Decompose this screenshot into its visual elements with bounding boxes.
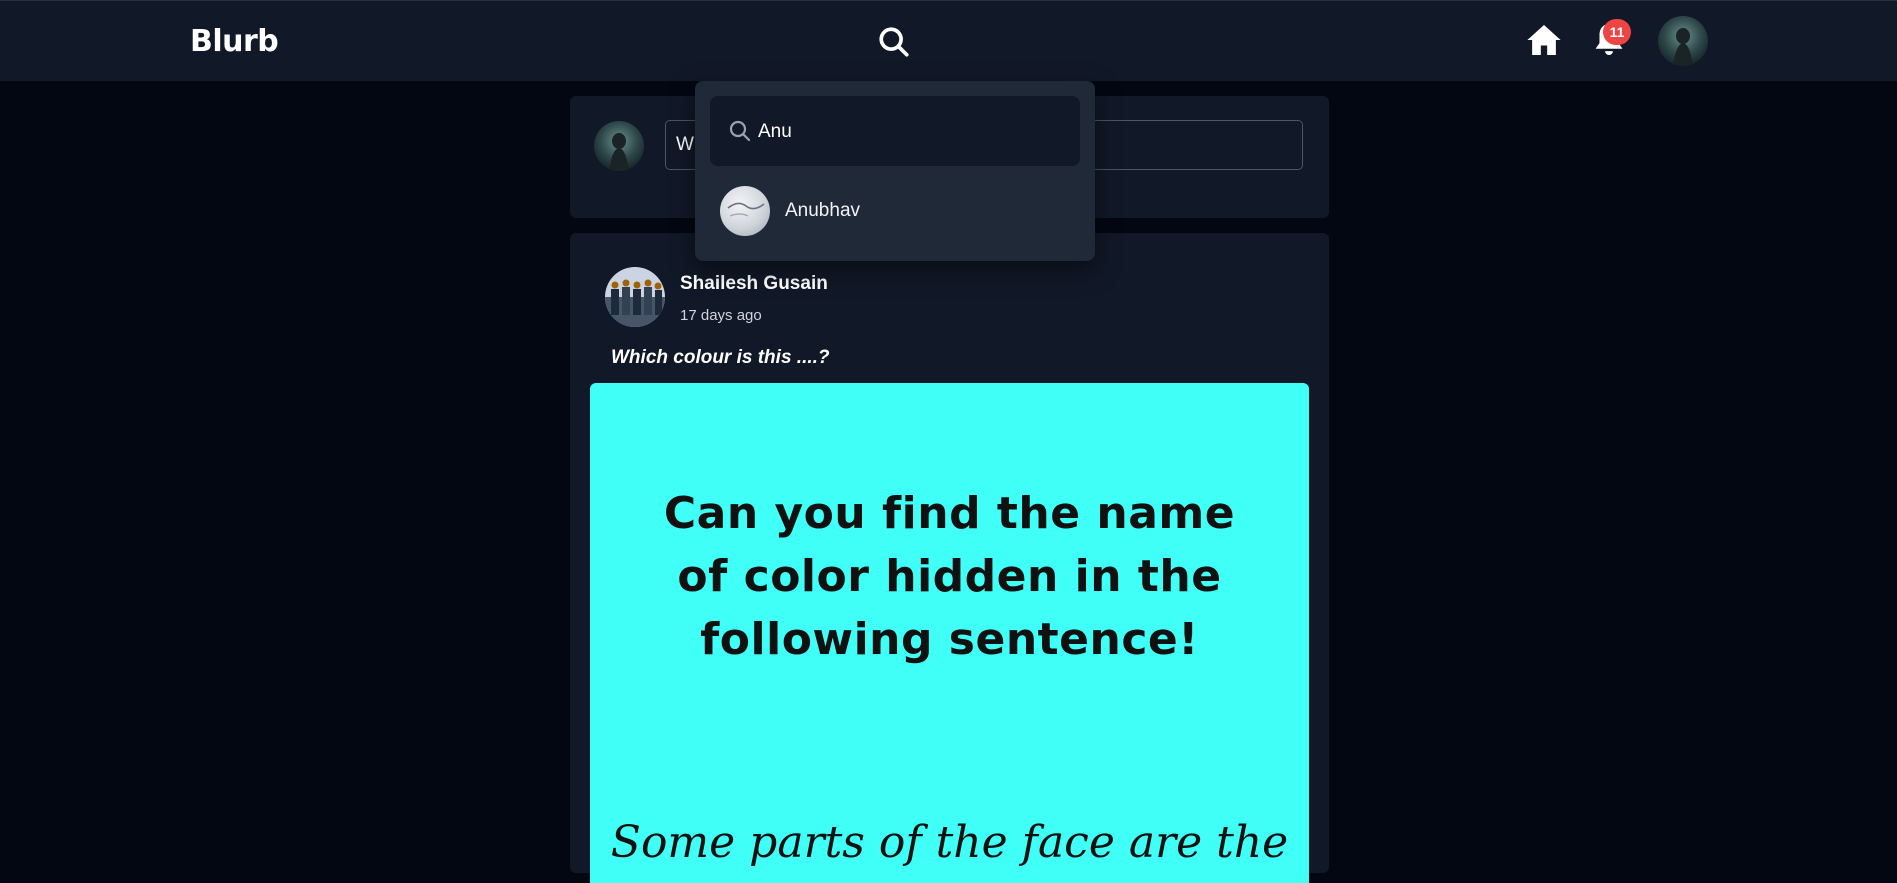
search-dropdown: Anubhav: [695, 81, 1095, 261]
avatar-image: [1658, 16, 1708, 66]
post-image[interactable]: Can you find the name of color hidden in…: [590, 383, 1309, 883]
image-text-line: Can you find the name: [663, 488, 1236, 539]
search-icon[interactable]: [877, 25, 911, 59]
image-text-line: following sentence!: [700, 614, 1199, 665]
home-icon[interactable]: [1525, 21, 1563, 59]
post-author-name[interactable]: Shailesh Gusain: [680, 273, 828, 295]
search-box: [710, 96, 1080, 166]
search-input[interactable]: [756, 108, 1070, 156]
profile-avatar[interactable]: [1658, 16, 1708, 66]
search-icon: [729, 120, 751, 142]
brand-logo[interactable]: Blurb: [190, 24, 279, 59]
image-text-line: Some parts of the face are the: [610, 817, 1289, 868]
image-text-line: of color hidden in the: [677, 551, 1222, 602]
composer-avatar: [594, 121, 644, 171]
search-result-item[interactable]: Anubhav: [695, 181, 1095, 253]
post-card: Shailesh Gusain 17 days ago Which colour…: [570, 233, 1329, 883]
post-author-avatar[interactable]: [605, 267, 665, 327]
search-result-avatar: [720, 186, 770, 236]
notification-badge: 11: [1603, 19, 1631, 45]
post-caption: Which colour is this ....?: [611, 347, 830, 368]
search-result-name: Anubhav: [785, 200, 861, 221]
post-timestamp: 17 days ago: [680, 307, 762, 324]
navbar: Blurb 11: [0, 0, 1897, 81]
